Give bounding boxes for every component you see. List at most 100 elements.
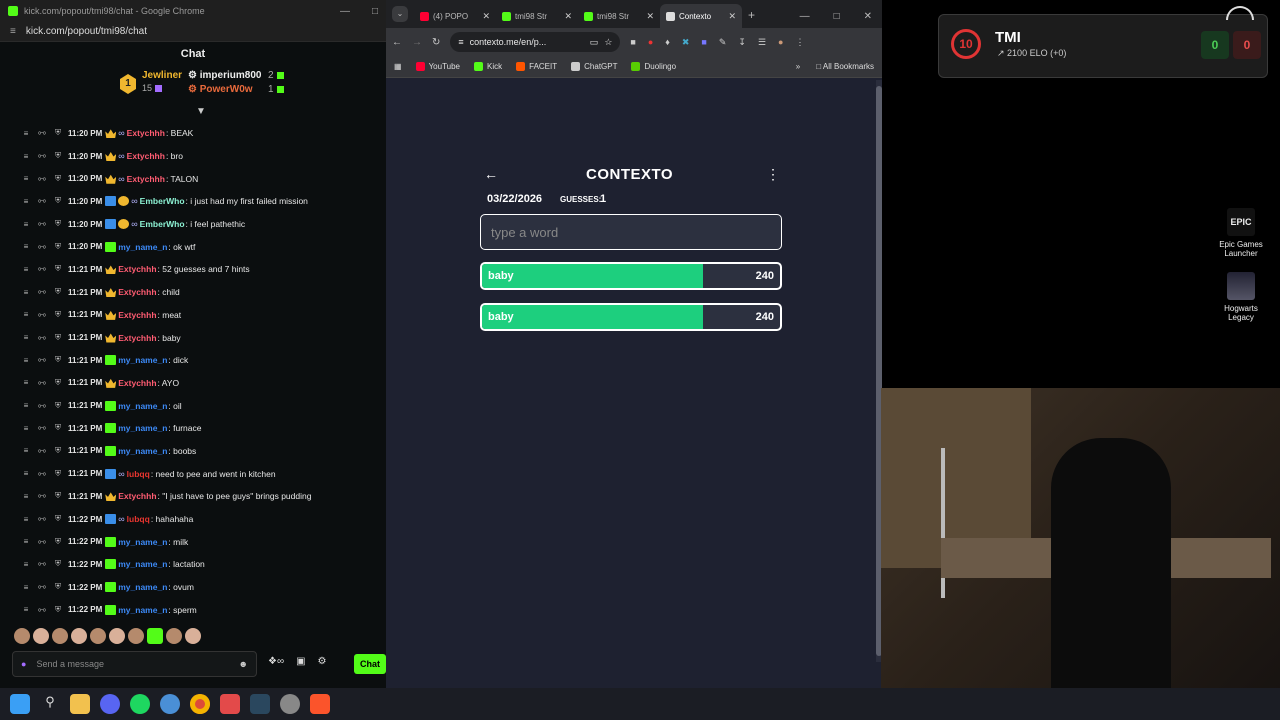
moderator-shield-icon[interactable]: ⛨ <box>52 128 64 138</box>
message-username[interactable]: my_name_n <box>118 242 167 252</box>
pin-icon[interactable]: ≡ <box>20 469 32 478</box>
media-icon[interactable]: ☰ <box>758 37 766 48</box>
address-bar[interactable]: ≡ contexto.me/en/p... ▭ ☆ <box>450 32 621 52</box>
bookmark-star-icon[interactable]: ☆ <box>604 37 612 48</box>
moderator-shield-icon[interactable]: ⛨ <box>52 196 64 206</box>
more-bookmarks-icon[interactable]: » <box>796 62 800 71</box>
gifter-3-name[interactable]: PowerW0w <box>200 84 253 95</box>
chat-urlbar[interactable]: ≡ kick.com/popout/tmi98/chat <box>0 22 386 42</box>
message-username[interactable]: lubqq <box>127 514 150 524</box>
tab-search-icon[interactable]: ⌄ <box>392 6 408 22</box>
maximize-icon[interactable]: □ <box>372 6 378 17</box>
pin-icon[interactable]: ≡ <box>20 356 32 365</box>
profile-avatar-icon[interactable]: ● <box>778 37 783 48</box>
moderator-shield-icon[interactable]: ⛨ <box>52 605 64 615</box>
pin-icon[interactable]: ≡ <box>20 288 32 297</box>
message-username[interactable]: Extychhh <box>118 491 156 501</box>
hourglass-icon[interactable]: ⧟ <box>36 537 48 547</box>
emoji-icon[interactable]: ☻ <box>239 659 248 669</box>
moderator-shield-icon[interactable]: ⛨ <box>52 242 64 252</box>
emote-icon[interactable] <box>33 628 49 644</box>
moderator-shield-icon[interactable]: ⛨ <box>52 582 64 592</box>
windows-start-icon[interactable] <box>10 694 30 714</box>
message-username[interactable]: my_name_n <box>118 446 167 456</box>
emote-icon[interactable] <box>90 628 106 644</box>
file-explorer-icon[interactable] <box>70 694 90 714</box>
message-username[interactable]: EmberWho <box>140 219 185 229</box>
site-settings-icon[interactable]: ≡ <box>458 37 463 47</box>
hourglass-icon[interactable]: ⧟ <box>36 128 48 138</box>
message-username[interactable]: my_name_n <box>118 559 167 569</box>
message-username[interactable]: Extychhh <box>127 151 165 161</box>
emote-icon[interactable] <box>147 628 163 644</box>
send-message-input[interactable]: ● Send a message ☻ <box>12 651 257 677</box>
desktop-icon-epic[interactable]: EPIC Epic Games Launcher <box>1211 208 1271 258</box>
desktop-icon-partial[interactable] <box>1226 6 1254 20</box>
browser-tab[interactable]: tmi98 Str ✕ <box>496 4 578 28</box>
moderator-shield-icon[interactable]: ⛨ <box>52 219 64 229</box>
bookmark-item[interactable]: Kick <box>474 62 502 72</box>
message-username[interactable]: my_name_n <box>118 537 167 547</box>
browser-tab[interactable]: tmi98 Str ✕ <box>578 4 660 28</box>
moderator-shield-icon[interactable]: ⛨ <box>52 423 64 433</box>
app-icon[interactable] <box>280 694 300 714</box>
moderator-shield-icon[interactable]: ⛨ <box>52 469 64 479</box>
new-tab-icon[interactable]: + <box>742 8 763 28</box>
message-username[interactable]: lubqq <box>127 469 150 479</box>
word-input[interactable] <box>480 214 782 250</box>
message-username[interactable]: EmberWho <box>140 196 185 206</box>
all-bookmarks[interactable]: □ All Bookmarks <box>816 62 874 71</box>
pin-icon[interactable]: ≡ <box>20 583 32 592</box>
chrome-icon[interactable] <box>190 694 210 714</box>
hourglass-icon[interactable]: ⧟ <box>36 196 48 206</box>
site-settings-icon[interactable]: ≡ <box>10 26 16 37</box>
hourglass-icon[interactable]: ⧟ <box>36 378 48 388</box>
search-icon[interactable]: ⚲ <box>40 694 60 714</box>
moderator-shield-icon[interactable]: ⛨ <box>52 491 64 501</box>
reload-icon[interactable]: ↻ <box>432 37 440 48</box>
hourglass-icon[interactable]: ⧟ <box>36 310 48 320</box>
extension-icon[interactable]: ♦ <box>665 37 670 48</box>
hourglass-icon[interactable]: ⧟ <box>36 264 48 274</box>
gifter-2-name[interactable]: imperium800 <box>200 70 262 81</box>
message-username[interactable]: Extychhh <box>127 174 165 184</box>
moderator-shield-icon[interactable]: ⛨ <box>52 514 64 524</box>
moderator-shield-icon[interactable]: ⛨ <box>52 446 64 456</box>
pin-icon[interactable]: ≡ <box>20 310 32 319</box>
app-icon[interactable] <box>160 694 180 714</box>
message-username[interactable]: my_name_n <box>118 605 167 615</box>
microphone-icon[interactable]: ● <box>21 659 26 669</box>
message-username[interactable]: my_name_n <box>118 423 167 433</box>
pin-icon[interactable]: ≡ <box>20 174 32 183</box>
moderator-shield-icon[interactable]: ⛨ <box>52 537 64 547</box>
pin-icon[interactable]: ≡ <box>20 333 32 342</box>
moderator-shield-icon[interactable]: ⛨ <box>52 287 64 297</box>
pin-icon[interactable]: ≡ <box>20 220 32 229</box>
hourglass-icon[interactable]: ⧟ <box>36 582 48 592</box>
apps-icon[interactable]: ▦ <box>394 62 402 71</box>
close-tab-icon[interactable]: ✕ <box>482 11 490 22</box>
store-icon[interactable]: ▣ <box>296 656 305 667</box>
close-tab-icon[interactable]: ✕ <box>646 11 654 22</box>
chat-send-button[interactable]: Chat <box>354 654 386 674</box>
hourglass-icon[interactable]: ⧟ <box>36 151 48 161</box>
hourglass-icon[interactable]: ⧟ <box>36 287 48 297</box>
pin-icon[interactable]: ≡ <box>20 424 32 433</box>
extensions-puzzle-icon[interactable]: ✎ <box>719 37 727 48</box>
pin-icon[interactable]: ≡ <box>20 378 32 387</box>
hourglass-icon[interactable]: ⧟ <box>36 514 48 524</box>
bookmark-item[interactable]: YouTube <box>415 62 460 72</box>
message-username[interactable]: Extychhh <box>118 287 156 297</box>
hourglass-icon[interactable]: ⧟ <box>36 219 48 229</box>
moderator-shield-icon[interactable]: ⛨ <box>52 264 64 274</box>
moderator-shield-icon[interactable]: ⛨ <box>52 401 64 411</box>
points-icon[interactable]: ❖∞ <box>268 656 284 667</box>
bookmark-item[interactable]: FACEIT <box>516 62 557 72</box>
discord-icon[interactable] <box>100 694 120 714</box>
pin-icon[interactable]: ≡ <box>20 537 32 546</box>
hourglass-icon[interactable]: ⧟ <box>36 559 48 569</box>
minimize-icon[interactable]: — <box>800 11 810 22</box>
pin-icon[interactable]: ≡ <box>20 197 32 206</box>
hourglass-icon[interactable]: ⧟ <box>36 605 48 615</box>
emote-icon[interactable] <box>109 628 125 644</box>
